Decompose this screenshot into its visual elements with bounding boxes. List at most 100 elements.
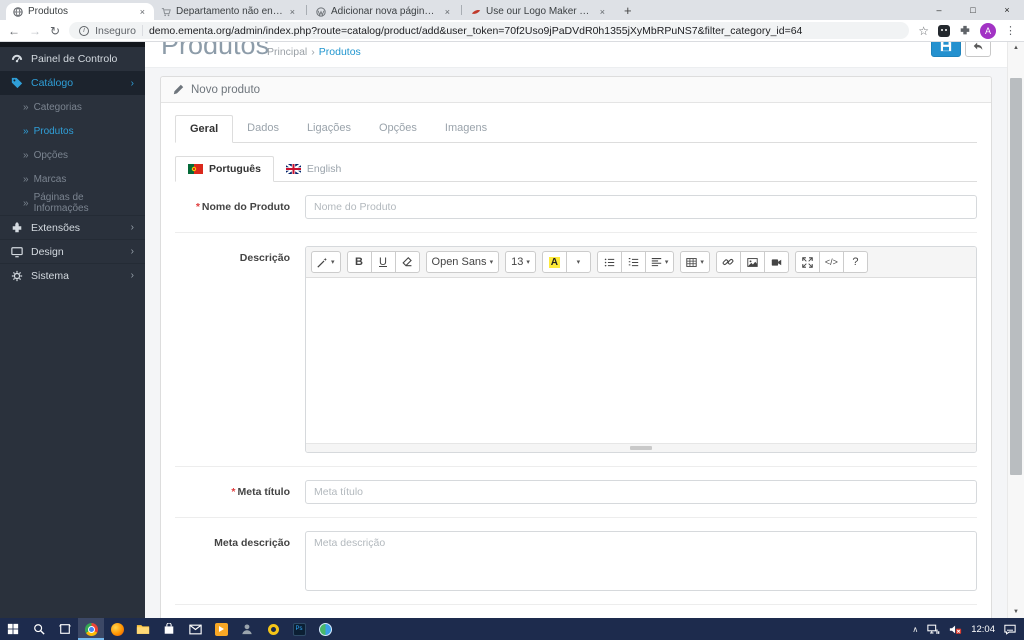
breadcrumb-home[interactable]: Principal <box>267 46 307 58</box>
fullscreen-button[interactable] <box>794 251 820 273</box>
action-center-icon[interactable] <box>1004 624 1016 635</box>
back-button[interactable] <box>965 42 991 57</box>
page-scrollbar[interactable]: ▲ ▼ <box>1007 42 1024 618</box>
windows-logo-icon <box>7 623 19 635</box>
tab-opcoes[interactable]: Opções <box>365 115 431 143</box>
start-button[interactable] <box>0 618 26 640</box>
taskbar-store-button[interactable] <box>156 618 182 640</box>
tab-english[interactable]: English <box>274 156 353 182</box>
sidebar-subitem-produtos[interactable]: » Produtos <box>0 119 145 143</box>
editor-resize-bar[interactable] <box>306 443 976 452</box>
pencil-icon <box>173 84 184 95</box>
reload-icon[interactable]: ↻ <box>50 24 60 38</box>
taskbar-search-button[interactable] <box>26 618 52 640</box>
taskbar-ps-button[interactable]: Ps <box>286 618 312 640</box>
tab-separator <box>461 5 462 15</box>
firefox-icon <box>110 622 124 636</box>
table-dropdown[interactable]: ▾ <box>680 251 710 273</box>
code-view-button[interactable]: </> <box>818 251 844 273</box>
minimize-button[interactable]: – <box>922 0 956 20</box>
tab-imagens[interactable]: Imagens <box>431 115 501 143</box>
sidebar-subitem-categorias[interactable]: » Categorias <box>0 95 145 119</box>
taskbar-clock[interactable]: 12:04 <box>971 624 995 635</box>
tab-dados[interactable]: Dados <box>233 115 293 143</box>
tab-close-icon[interactable]: × <box>138 7 147 17</box>
address-bar[interactable]: i Inseguro demo.ementa.org/admin/index.p… <box>69 22 910 39</box>
breadcrumb-current[interactable]: Produtos <box>319 46 361 58</box>
tab-ligacoes[interactable]: Ligações <box>293 115 365 143</box>
sidebar-item-dashboard[interactable]: Painel de Controlo <box>0 47 145 71</box>
caret-down-icon: ▾ <box>576 259 581 266</box>
tray-expand-icon[interactable]: ∧ <box>912 625 918 634</box>
tab-geral[interactable]: Geral <box>175 115 234 143</box>
network-icon[interactable] <box>927 624 940 635</box>
floppy-save-icon <box>940 42 952 52</box>
unordered-list-button[interactable] <box>596 251 622 273</box>
browser-tab-departamento[interactable]: Departamento não encontrado! × <box>154 3 304 20</box>
taskbar-globe-button[interactable] <box>312 618 338 640</box>
tab-portugues[interactable]: Português <box>175 156 274 182</box>
scroll-down-icon[interactable]: ▼ <box>1008 609 1024 615</box>
taskbar-chrome-button[interactable] <box>78 618 104 640</box>
tab-close-icon[interactable]: × <box>443 7 452 17</box>
browser-tab-produtos[interactable]: Produtos × <box>6 3 154 20</box>
sidebar-subitem-paginas-informacoes[interactable]: » Páginas de Informações <box>0 191 145 215</box>
tab-close-icon[interactable]: × <box>288 7 297 17</box>
volume-muted-icon[interactable] <box>949 624 962 635</box>
sidebar-item-extensions[interactable]: Extensões › <box>0 215 145 239</box>
taskbar-firefox-button[interactable] <box>104 618 130 640</box>
scroll-up-icon[interactable]: ▲ <box>1008 45 1024 51</box>
browser-tab-logomaker[interactable]: Use our Logo Maker Today and F × <box>464 3 614 20</box>
maximize-button[interactable]: □ <box>956 0 990 20</box>
text-color-dropdown[interactable]: ▾ <box>565 251 591 273</box>
save-button[interactable] <box>931 42 961 57</box>
font-family-dropdown[interactable]: Open Sans ▾ <box>425 251 500 273</box>
info-icon[interactable]: i <box>79 25 90 36</box>
sidebar-subitem-label: Páginas de Informações <box>33 192 89 214</box>
sidebar-subitem-marcas[interactable]: » Marcas <box>0 167 145 191</box>
clear-format-button[interactable] <box>394 251 420 273</box>
product-name-input[interactable] <box>305 195 977 219</box>
bold-button[interactable]: B <box>346 251 372 273</box>
required-mark: * <box>195 201 200 213</box>
sidebar-subitem-opcoes[interactable]: » Opções <box>0 143 145 167</box>
sidebar-item-system[interactable]: Sistema › <box>0 263 145 287</box>
language-tab-label: Português <box>209 163 261 175</box>
paragraph-align-dropdown[interactable]: ▾ <box>644 251 675 273</box>
browser-tab-wordpress[interactable]: Adicionar nova página ‹ ementa × <box>309 3 459 20</box>
task-view-button[interactable] <box>52 618 78 640</box>
puzzle-icon <box>12 221 22 232</box>
extensions-puzzle-icon[interactable] <box>959 25 971 37</box>
bookmark-star-icon[interactable]: ☆ <box>918 24 929 38</box>
insert-link-button[interactable] <box>715 251 741 273</box>
text-color-button[interactable]: A <box>541 251 567 273</box>
font-size-dropdown[interactable]: 13 ▾ <box>505 251 536 273</box>
back-nav-icon[interactable]: ← <box>8 24 20 38</box>
taskbar-films-button[interactable] <box>208 618 234 640</box>
sidebar-item-catalog[interactable]: Catálogo › <box>0 71 145 95</box>
ordered-list-button[interactable] <box>620 251 646 273</box>
browser-menu-icon[interactable]: ⋮ <box>1005 24 1016 37</box>
taskbar-people-button[interactable] <box>234 618 260 640</box>
meta-description-textarea[interactable] <box>305 531 977 591</box>
taskbar-mail-button[interactable] <box>182 618 208 640</box>
sidebar-item-design[interactable]: Design › <box>0 239 145 263</box>
editor-content-area[interactable] <box>306 278 976 443</box>
form-group-description: Descrição ▾ B U Open Sans ▾ 13 ▾ A ▾ ▾ ▾… <box>175 233 977 467</box>
close-button[interactable]: × <box>990 0 1024 20</box>
meta-title-input[interactable] <box>305 480 977 504</box>
style-dropdown-button[interactable]: ▾ <box>311 251 341 273</box>
insert-video-button[interactable] <box>763 251 789 273</box>
underline-button[interactable]: U <box>370 251 396 273</box>
taskbar-explorer-button[interactable] <box>130 618 156 640</box>
new-tab-button[interactable]: + <box>614 3 642 18</box>
help-button[interactable]: ? <box>842 251 868 273</box>
double-chevron-icon: » <box>23 101 29 113</box>
tab-close-icon[interactable]: × <box>598 7 607 17</box>
font-size-value: 13 <box>511 256 524 268</box>
scrollbar-thumb[interactable] <box>1010 78 1022 475</box>
extension-icon[interactable] <box>938 24 950 37</box>
profile-avatar[interactable]: A <box>980 22 996 39</box>
insert-image-button[interactable] <box>739 251 765 273</box>
taskbar-app-yellow-button[interactable] <box>260 618 286 640</box>
